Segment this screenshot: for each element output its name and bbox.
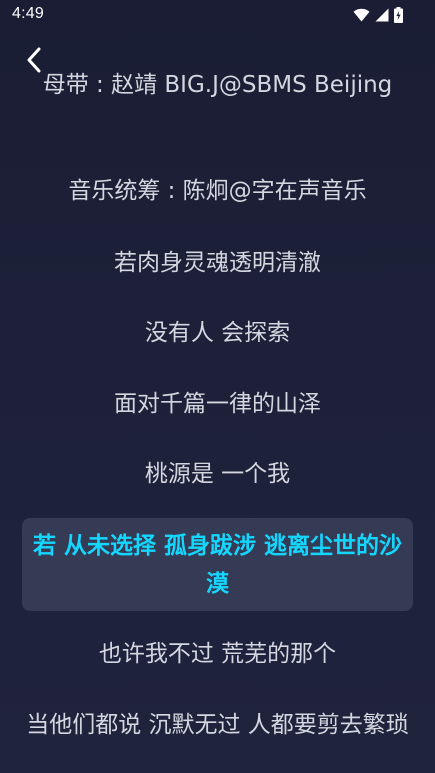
wifi-icon xyxy=(353,8,370,22)
lyric-line[interactable]: 也许我不过 荒芜的那个 xyxy=(22,637,413,671)
battery-charging-icon xyxy=(394,7,403,23)
status-bar: 4:49 xyxy=(0,0,435,30)
active-lyric-text: 若 从未选择 孤身跋涉 逃离尘世的沙漠 xyxy=(32,532,403,597)
lyric-line[interactable]: 若肉身灵魂透明清澈 xyxy=(22,246,413,280)
status-icons xyxy=(353,6,403,24)
status-time: 4:49 xyxy=(12,5,44,22)
lyric-line[interactable]: 音乐统筹 : 陈炯@字在声音乐 xyxy=(22,174,413,208)
lyric-line[interactable]: 当他们都说 沉默无过 人都要剪去繁琐 xyxy=(22,708,413,742)
lyric-line[interactable]: 桃源是 一个我 xyxy=(22,457,413,491)
cellular-signal-icon xyxy=(375,8,389,22)
lyric-line[interactable]: 面对千篇一律的山泽 xyxy=(22,387,413,421)
lyric-line[interactable]: 母带 : 赵靖 BIG.J@SBMS Beijing xyxy=(22,68,413,102)
lyric-line-active[interactable]: 若 从未选择 孤身跋涉 逃离尘世的沙漠 xyxy=(22,518,413,611)
lyric-line[interactable]: 没有人 会探索 xyxy=(22,316,413,350)
